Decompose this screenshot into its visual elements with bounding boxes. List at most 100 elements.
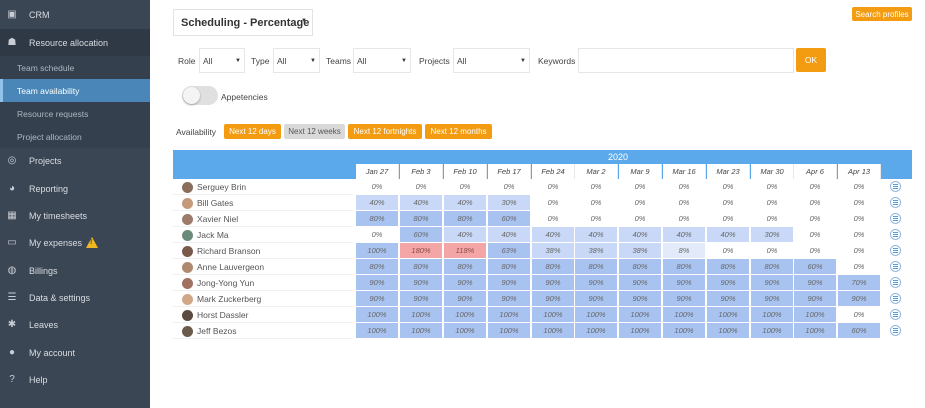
allocation-cell[interactable]: 40% [575,227,618,242]
allocation-cell[interactable]: 100% [663,323,706,338]
allocation-cell[interactable]: 40% [619,227,662,242]
allocation-cell[interactable]: 100% [356,307,399,322]
allocation-cell[interactable]: 40% [532,227,575,242]
allocation-cell[interactable]: 0% [575,195,618,210]
person-name[interactable]: Bill Gates [182,195,233,211]
allocation-cell[interactable]: 0% [707,211,750,226]
nav-item-my-expenses[interactable]: ▭ My expenses [0,229,150,256]
allocation-cell[interactable]: 0% [532,211,575,226]
nav-item-data-settings[interactable]: ☰ Data & settings [0,284,150,311]
allocation-cell[interactable]: 90% [663,275,706,290]
row-menu-icon[interactable] [890,293,901,304]
allocation-cell[interactable]: 40% [707,227,750,242]
allocation-cell[interactable]: 100% [444,307,487,322]
allocation-cell[interactable]: 90% [400,275,443,290]
allocation-cell[interactable]: 0% [838,307,881,322]
allocation-cell[interactable]: 0% [751,211,794,226]
allocation-cell[interactable]: 80% [751,259,794,274]
allocation-cell[interactable]: 100% [444,323,487,338]
role-select[interactable]: All ▼ [199,48,245,73]
keywords-input[interactable] [578,48,794,73]
allocation-cell[interactable]: 118% [444,243,487,258]
nav-item-leaves[interactable]: ✱ Leaves [0,311,150,338]
allocation-cell[interactable]: 60% [400,227,443,242]
person-name[interactable]: Jong-Yong Yun [182,275,254,291]
allocation-cell[interactable]: 90% [356,291,399,306]
allocation-cell[interactable]: 0% [794,179,837,194]
allocation-cell[interactable]: 38% [532,243,575,258]
allocation-cell[interactable]: 90% [751,291,794,306]
allocation-cell[interactable]: 90% [838,291,881,306]
allocation-cell[interactable]: 90% [619,291,662,306]
allocation-cell[interactable]: 90% [663,291,706,306]
allocation-cell[interactable]: 30% [751,227,794,242]
nav-item-crm[interactable]: ▣ CRM [0,1,150,28]
row-menu-icon[interactable] [890,309,901,320]
allocation-cell[interactable]: 80% [356,259,399,274]
allocation-cell[interactable]: 38% [575,243,618,258]
allocation-cell[interactable]: 0% [619,179,662,194]
allocation-cell[interactable]: 0% [356,227,399,242]
allocation-cell[interactable]: 100% [400,307,443,322]
allocation-cell[interactable]: 8% [663,243,706,258]
row-menu-icon[interactable] [890,197,901,208]
allocation-cell[interactable]: 100% [400,323,443,338]
allocation-cell[interactable]: 0% [794,195,837,210]
person-name[interactable]: Anne Lauvergeon [182,259,264,275]
allocation-cell[interactable]: 80% [575,259,618,274]
allocation-cell[interactable]: 60% [488,211,531,226]
subnav-team-availability[interactable]: Team availability [0,79,150,102]
allocation-cell[interactable]: 0% [794,211,837,226]
allocation-cell[interactable]: 100% [532,323,575,338]
person-name[interactable]: Mark Zuckerberg [182,291,261,307]
person-name[interactable]: Jack Ma [182,227,229,243]
row-menu-icon[interactable] [890,213,901,224]
allocation-cell[interactable]: 0% [838,195,881,210]
row-menu-icon[interactable] [890,261,901,272]
allocation-cell[interactable]: 100% [663,307,706,322]
allocation-cell[interactable]: 90% [707,291,750,306]
allocation-cell[interactable]: 100% [619,307,662,322]
allocation-cell[interactable]: 60% [838,323,881,338]
allocation-cell[interactable]: 80% [444,211,487,226]
allocation-cell[interactable]: 40% [400,195,443,210]
person-name[interactable]: Horst Dassler [182,307,248,323]
allocation-cell[interactable]: 0% [663,195,706,210]
nav-item-reporting[interactable]: ◕ Reporting [0,175,150,202]
allocation-cell[interactable]: 0% [751,243,794,258]
allocation-cell[interactable]: 0% [751,179,794,194]
allocation-cell[interactable]: 0% [400,179,443,194]
allocation-cell[interactable]: 90% [400,291,443,306]
allocation-cell[interactable]: 100% [575,323,618,338]
nav-item-my-timesheets[interactable]: ▦ My timesheets [0,202,150,229]
subnav-resource-requests[interactable]: Resource requests [0,102,150,125]
allocation-cell[interactable]: 90% [444,291,487,306]
allocation-cell[interactable]: 90% [444,275,487,290]
allocation-cell[interactable]: 90% [619,275,662,290]
range-next-12-weeks[interactable]: Next 12 weeks [284,124,345,139]
allocation-cell[interactable]: 0% [663,179,706,194]
allocation-cell[interactable]: 80% [707,259,750,274]
search-profiles-button[interactable]: Search profiles [852,7,912,21]
allocation-cell[interactable]: 40% [356,195,399,210]
allocation-cell[interactable]: 38% [619,243,662,258]
allocation-cell[interactable]: 80% [619,259,662,274]
person-name[interactable]: Serguey Brin [182,179,246,195]
nav-item-billings[interactable]: ◍ Billings [0,257,150,284]
appetencies-toggle[interactable] [182,86,218,105]
allocation-cell[interactable]: 80% [663,259,706,274]
nav-item-my-account[interactable]: ● My account [0,339,150,366]
allocation-cell[interactable]: 0% [707,195,750,210]
allocation-cell[interactable]: 30% [488,195,531,210]
nav-item-projects[interactable]: ◎ Projects [0,147,150,174]
allocation-cell[interactable]: 0% [575,179,618,194]
type-select[interactable]: All ▼ [273,48,320,73]
allocation-cell[interactable]: 100% [751,307,794,322]
row-menu-icon[interactable] [890,229,901,240]
teams-select[interactable]: All ▼ [353,48,411,73]
allocation-cell[interactable]: 0% [356,179,399,194]
range-next-12-months[interactable]: Next 12 months [425,124,492,139]
allocation-cell[interactable]: 0% [751,195,794,210]
allocation-cell[interactable]: 0% [838,211,881,226]
row-menu-icon[interactable] [890,325,901,336]
